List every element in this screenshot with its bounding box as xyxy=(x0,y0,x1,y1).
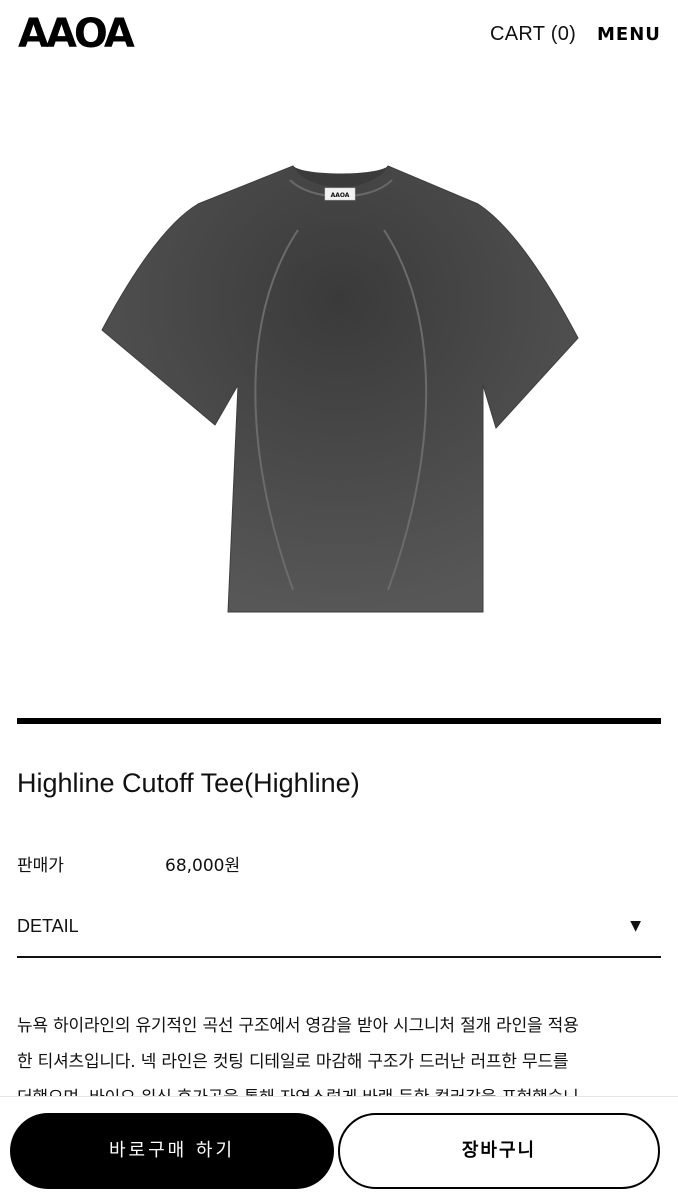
detail-label: DETAIL xyxy=(17,916,79,936)
price-value: 68,000원 xyxy=(165,856,241,876)
caret-down-icon: ▼ xyxy=(630,918,641,934)
product-title: Highline Cutoff Tee(Highline) xyxy=(17,768,360,798)
section-divider xyxy=(17,718,661,724)
menu-button[interactable]: MENU xyxy=(597,24,661,46)
description-line: 한 티셔츠입니다. 넥 라인은 컷팅 디테일로 마감해 구조가 드러난 러프한 … xyxy=(17,1052,569,1072)
buy-now-button[interactable]: 바로구매 하기 xyxy=(10,1113,334,1189)
garment-label-text: AAOA xyxy=(331,192,350,199)
brand-logo[interactable]: AAOA xyxy=(18,14,135,54)
price-label: 판매가 xyxy=(17,856,64,876)
product-image: AAOA xyxy=(98,160,582,620)
description-line: 뉴욕 하이라인의 유기적인 곡선 구조에서 영감을 받아 시그니처 절개 라인을… xyxy=(17,1016,579,1036)
add-to-cart-button[interactable]: 장바구니 xyxy=(338,1113,660,1189)
header: AAOA CART (0) MENU xyxy=(0,0,678,70)
cart-link[interactable]: CART (0) xyxy=(490,22,576,46)
bottom-action-bar: 바로구매 하기 장바구니 xyxy=(0,1096,678,1200)
t-shirt-image: AAOA xyxy=(101,165,579,613)
detail-accordion[interactable]: DETAIL ▼ xyxy=(17,900,661,958)
